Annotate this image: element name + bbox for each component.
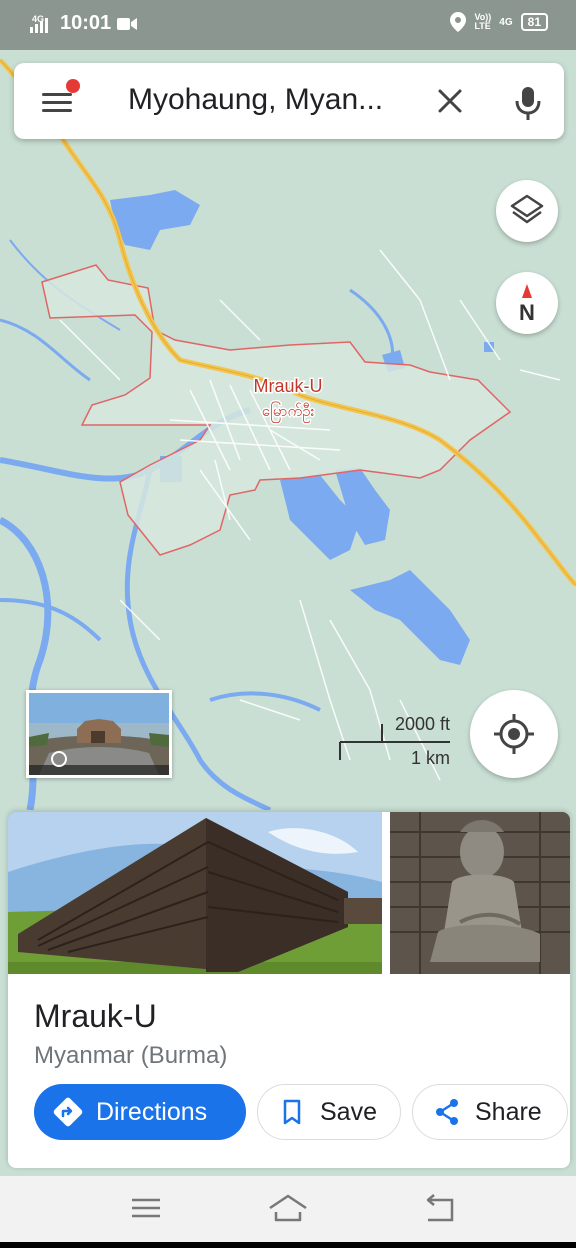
- place-photo-buddha[interactable]: [390, 812, 570, 974]
- street-view-thumbnail[interactable]: [26, 690, 172, 778]
- share-button[interactable]: Share: [412, 1084, 568, 1140]
- search-input[interactable]: Myohaung, Myan...: [128, 83, 383, 117]
- close-icon: [438, 89, 462, 113]
- recents-button[interactable]: [126, 1190, 166, 1226]
- compass-label: N: [519, 300, 535, 325]
- system-nav-bar: [0, 1176, 576, 1242]
- place-title: Mrauk-U: [34, 998, 157, 1034]
- location-icon: [450, 12, 467, 32]
- save-label: Save: [320, 1097, 377, 1126]
- layers-button[interactable]: [496, 180, 558, 242]
- screen: 10:01 4G Vo)) LTE 4G 81 Mrauk-U မြောက်ဦး…: [0, 0, 576, 1248]
- place-subtitle: Myanmar (Burma): [34, 1042, 228, 1069]
- share-label: Share: [475, 1097, 542, 1126]
- save-button[interactable]: Save: [257, 1084, 401, 1140]
- video-icon: [117, 17, 138, 30]
- clock: 10:01: [60, 12, 112, 34]
- directions-icon: [52, 1096, 84, 1128]
- temple-photo: [8, 812, 382, 974]
- directions-button[interactable]: Directions: [34, 1084, 246, 1140]
- recents-icon: [132, 1198, 160, 1218]
- screen-bottom-edge: [0, 1242, 576, 1248]
- street-view-image: [29, 693, 169, 775]
- status-left: 10:01: [30, 12, 138, 35]
- search-bar[interactable]: Myohaung, Myan...: [14, 63, 564, 139]
- battery-indicator: 81: [520, 13, 548, 31]
- voice-search-button[interactable]: [508, 81, 548, 125]
- status-bar: 10:01 4G Vo)) LTE 4G 81: [0, 0, 576, 50]
- map-place-label[interactable]: Mrauk-U: [252, 375, 324, 398]
- back-button[interactable]: [420, 1190, 460, 1226]
- directions-label: Directions: [96, 1097, 208, 1126]
- notification-dot: [66, 79, 80, 93]
- volte-indicator: Vo)) LTE: [474, 12, 492, 31]
- scale-imperial: 2000 ft: [394, 714, 450, 734]
- place-card[interactable]: Mrauk-U Myanmar (Burma) Directions Save: [8, 812, 570, 1168]
- compass-button[interactable]: N: [496, 272, 558, 334]
- map-scale: 2000 ft 1 km: [338, 714, 450, 774]
- place-photo-temple[interactable]: [8, 812, 382, 974]
- home-button[interactable]: [268, 1190, 308, 1226]
- layers-icon: [510, 194, 544, 224]
- bookmark-icon: [276, 1096, 308, 1128]
- scale-metric: 1 km: [410, 748, 450, 768]
- buddha-photo: [390, 812, 570, 974]
- my-location-button[interactable]: [470, 690, 558, 778]
- home-icon: [269, 1194, 307, 1222]
- share-icon: [431, 1096, 463, 1128]
- back-icon: [426, 1194, 454, 1222]
- my-location-icon: [494, 714, 534, 754]
- map-place-label-native: မြောက်ဦး: [262, 401, 315, 423]
- network-type-right: 4G: [499, 16, 513, 28]
- clear-search-button[interactable]: [430, 81, 470, 121]
- status-right: Vo)) LTE 4G 81: [450, 12, 548, 32]
- mic-icon: [515, 87, 541, 120]
- network-type-left: 4G: [32, 14, 45, 24]
